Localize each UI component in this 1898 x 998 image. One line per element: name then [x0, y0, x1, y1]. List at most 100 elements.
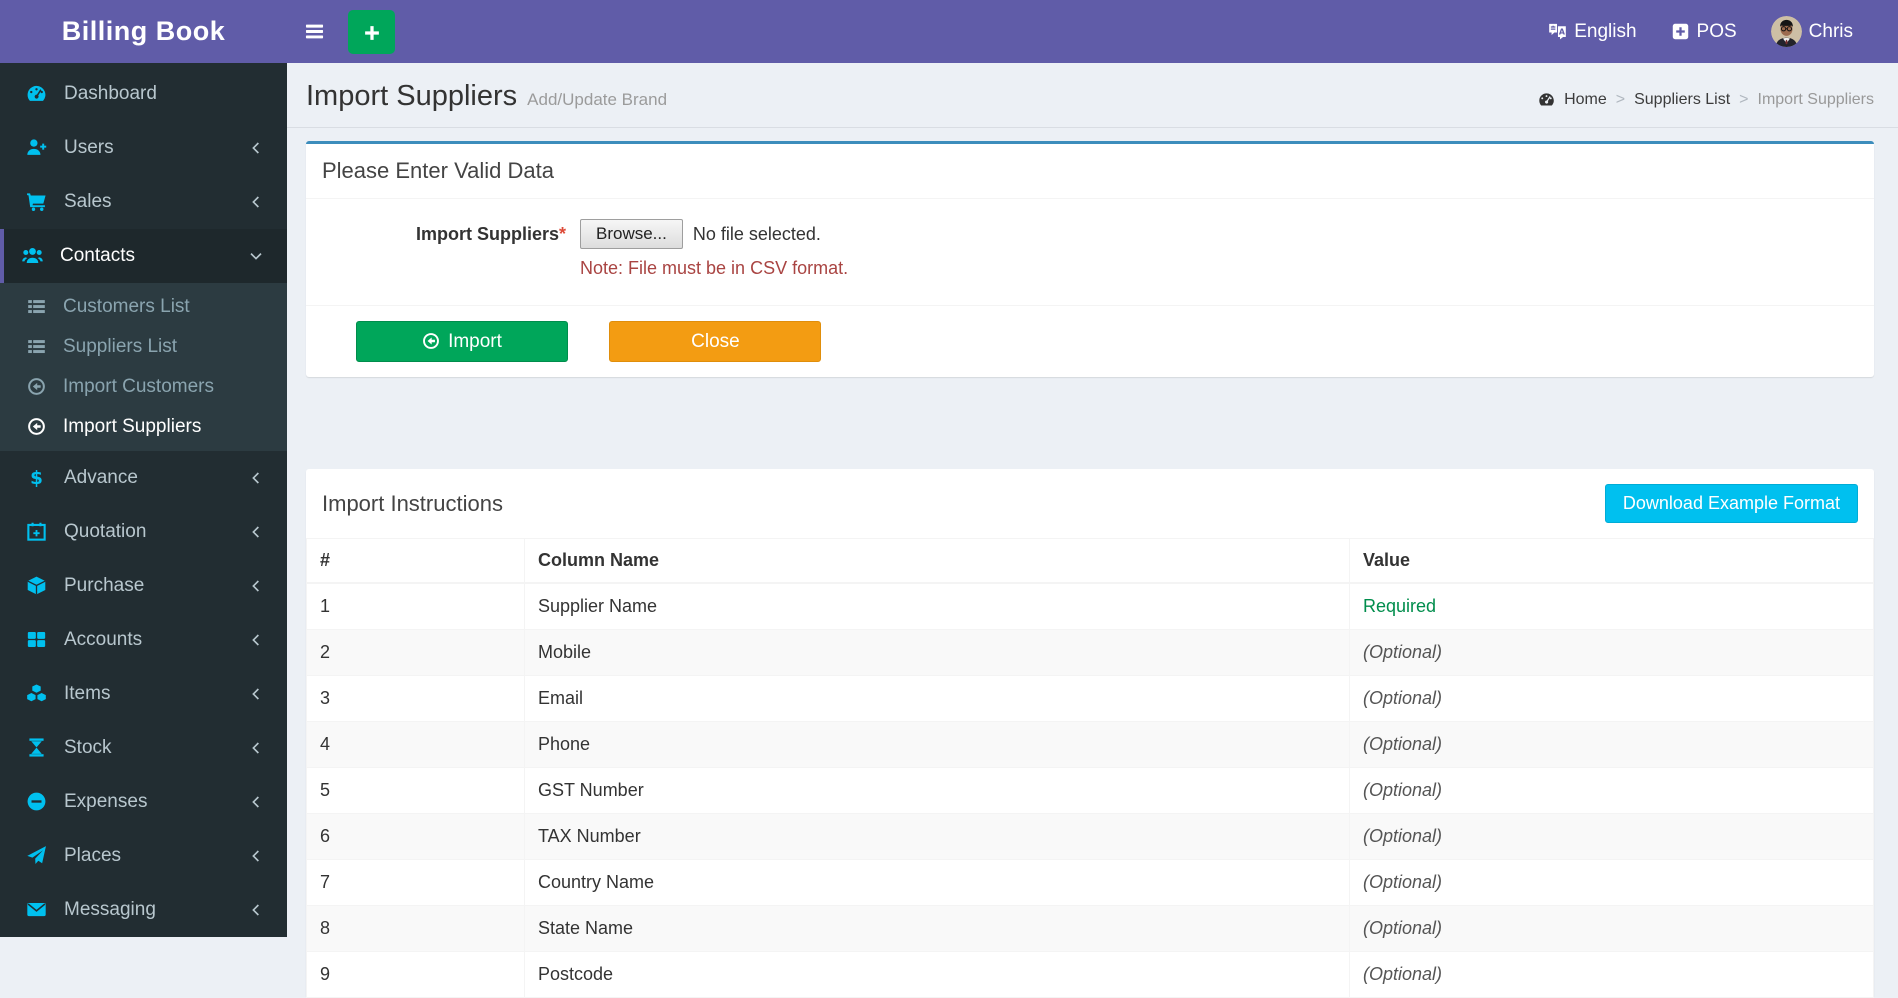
download-example-format-button[interactable]: Download Example Format — [1604, 484, 1858, 523]
language-icon: A — [1548, 21, 1567, 43]
cell-value: Required — [1349, 582, 1874, 630]
tachometer-icon — [26, 83, 52, 105]
sidebar-item-items[interactable]: Items — [0, 667, 287, 721]
users-icon — [22, 245, 48, 267]
sidebar-item-stock[interactable]: Stock — [0, 721, 287, 775]
sidebar-item-label: Contacts — [60, 245, 135, 266]
chevron-left-icon — [249, 521, 263, 543]
user-plus-icon — [26, 137, 52, 159]
sidebar-menu: Dashboard Users Sales Contacts Customers Lis… — [0, 67, 287, 937]
arrow-circle-left-icon — [27, 416, 51, 438]
sidebar-item-label: Quotation — [64, 521, 147, 542]
cell-column-name: State Name — [524, 905, 1350, 952]
import-instructions-card: Import Instructions Download Example For… — [306, 469, 1874, 998]
cell-value: (Optional) — [1349, 629, 1874, 676]
table-row: 1 Supplier Name Required — [306, 582, 1874, 630]
sidebar-item-places[interactable]: Places — [0, 829, 287, 883]
sidebar-item-label: Purchase — [64, 575, 145, 596]
breadcrumb-item-home[interactable]: Home — [1564, 91, 1607, 109]
cell-row-number: 6 — [306, 813, 525, 860]
cubes-icon — [26, 683, 52, 705]
chevron-down-icon — [249, 245, 263, 267]
close-button[interactable]: Close — [609, 321, 822, 362]
plus-icon — [362, 18, 382, 45]
user-menu[interactable]: Chris — [1754, 0, 1870, 63]
cell-row-number: 3 — [306, 675, 525, 722]
sidebar-subitem-customers-list[interactable]: Customers List — [0, 287, 287, 327]
table-row: 7 Country Name (Optional) — [306, 859, 1874, 906]
breadcrumb-separator: > — [1615, 91, 1626, 108]
chevron-left-icon — [249, 683, 263, 705]
sidebar-subitem-import-suppliers[interactable]: Import Suppliers — [0, 407, 287, 447]
sidebar-item-contacts[interactable]: Contacts — [0, 229, 287, 283]
sidebar-subitem-suppliers-list[interactable]: Suppliers List — [0, 327, 287, 367]
minus-circle-icon — [26, 791, 52, 813]
pos-button[interactable]: POS — [1654, 0, 1754, 63]
sidebar-item-dashboard[interactable]: Dashboard — [0, 67, 287, 121]
navbar: A English POS Chris — [287, 0, 1898, 63]
chevron-left-icon — [249, 629, 263, 651]
svg-text:A: A — [1559, 28, 1566, 37]
sidebar-toggle-button[interactable] — [287, 0, 342, 63]
column-header-num: # — [306, 538, 525, 584]
sidebar-item-label: Messaging — [64, 899, 156, 920]
chevron-left-icon — [249, 575, 263, 597]
sidebar-item-expenses[interactable]: Expenses — [0, 775, 287, 829]
breadcrumb-item-suppliers-list[interactable]: Suppliers List — [1634, 91, 1730, 109]
cell-value: (Optional) — [1349, 859, 1874, 906]
cell-value: (Optional) — [1349, 951, 1874, 998]
app-logo[interactable]: Billing Book — [0, 0, 287, 63]
sidebar-item-purchase[interactable]: Purchase — [0, 559, 287, 613]
content-header: Import Suppliers Add/Update Brand Home > Su… — [287, 63, 1898, 128]
table-row: 5 GST Number (Optional) — [306, 767, 1874, 814]
cell-value: (Optional) — [1349, 767, 1874, 814]
sidebar-item-users[interactable]: Users — [0, 121, 287, 175]
import-button[interactable]: Import — [356, 321, 568, 362]
field-label-text: Import Suppliers — [415, 224, 559, 244]
list-icon — [27, 336, 51, 358]
table-row: 8 State Name (Optional) — [306, 905, 1874, 952]
form-card-footer: Import Close — [306, 305, 1874, 377]
instructions-table-body: 1 Supplier Name Required 2 Mobile (Optional) 3… — [306, 582, 1874, 998]
sidebar-item-sales[interactable]: Sales — [0, 175, 287, 229]
file-browse-button[interactable]: Browse... — [580, 219, 683, 249]
table-row: 9 Postcode (Optional) — [306, 951, 1874, 998]
top-navbar: Billing Book A English POS Chris — [0, 0, 1898, 63]
user-avatar — [1770, 16, 1802, 47]
quick-add-button[interactable] — [348, 9, 395, 54]
cell-row-number: 1 — [306, 582, 525, 630]
sidebar-item-quotation[interactable]: Quotation — [0, 505, 287, 559]
hourglass-icon — [26, 737, 52, 759]
column-header-value: Value — [1349, 538, 1874, 584]
form-card-body: Import Suppliers* Browse... No file sele… — [306, 199, 1874, 305]
envelope-icon — [26, 899, 52, 921]
close-button-label: Close — [691, 330, 740, 352]
chevron-left-icon — [249, 191, 263, 213]
column-header-column-name: Column Name — [524, 538, 1350, 584]
page-title: Import Suppliers — [306, 80, 518, 112]
chevron-left-icon — [249, 845, 263, 867]
sidebar-subitem-label: Import Customers — [63, 376, 214, 397]
cell-value: (Optional) — [1349, 721, 1874, 768]
sidebar-subitem-import-customers[interactable]: Import Customers — [0, 367, 287, 407]
sidebar-item-messaging[interactable]: Messaging — [0, 883, 287, 937]
calendar-plus-icon — [26, 521, 52, 543]
cube-icon — [26, 575, 52, 597]
paper-plane-icon — [26, 845, 52, 867]
cell-column-name: Mobile — [524, 629, 1350, 676]
cell-row-number: 9 — [306, 951, 525, 998]
sidebar-item-label: Items — [64, 683, 111, 704]
sidebar-item-accounts[interactable]: Accounts — [0, 613, 287, 667]
language-menu[interactable]: A English — [1531, 0, 1653, 63]
th-large-icon — [26, 629, 52, 651]
breadcrumb: Home > Suppliers List > Import Suppliers — [1538, 91, 1874, 109]
cell-column-name: Email — [524, 675, 1350, 722]
cell-column-name: Supplier Name — [524, 582, 1350, 630]
cell-row-number: 5 — [306, 767, 525, 814]
sidebar-item-label: Users — [64, 137, 114, 158]
sidebar-subitem-label: Suppliers List — [63, 336, 178, 357]
sidebar-item-advance[interactable]: $ Advance — [0, 451, 287, 505]
instructions-title: Import Instructions — [322, 490, 503, 516]
main-content: Import Suppliers Add/Update Brand Home > Su… — [287, 63, 1898, 998]
instructions-card-header: Import Instructions Download Example For… — [306, 469, 1874, 538]
